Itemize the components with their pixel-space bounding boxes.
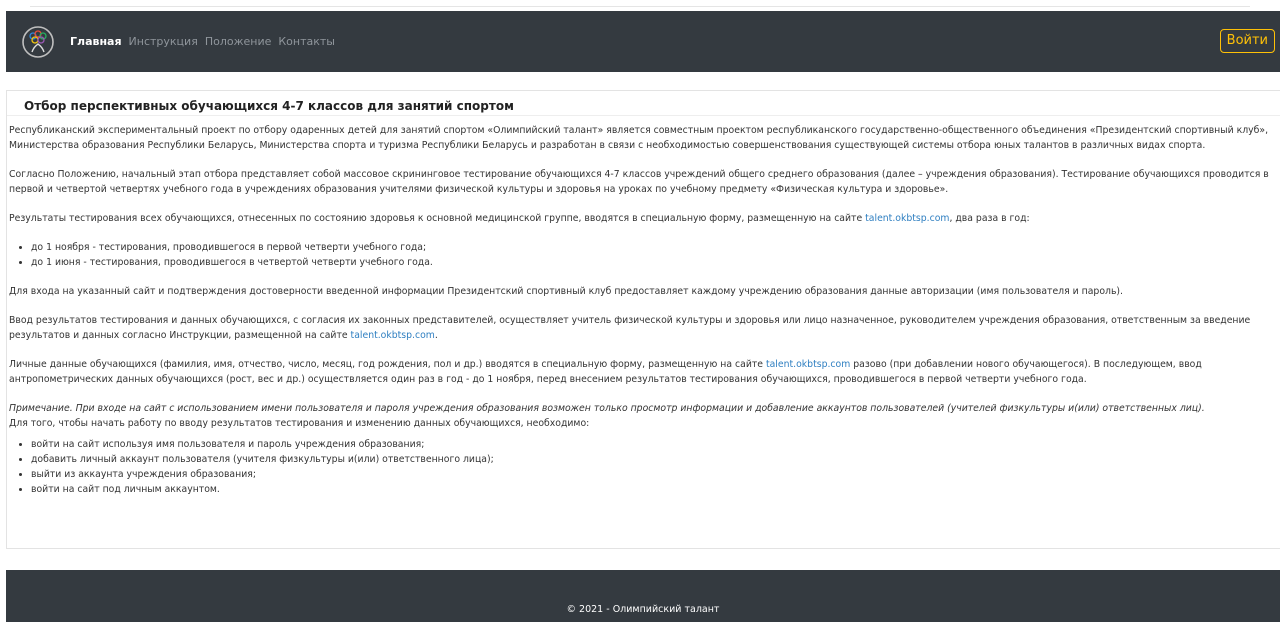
nav-item-instruction[interactable]: Инструкция (129, 35, 198, 48)
main-content: Республиканский экспериментальный проект… (9, 123, 1280, 511)
list-item: до 1 июня - тестирования, проводившегося… (31, 255, 1280, 270)
list-item: до 1 ноября - тестирования, проводившего… (31, 240, 1280, 255)
paragraph-text: . (434, 330, 438, 341)
top-navbar: Главная Инструкция Положение Контакты Во… (6, 11, 1280, 72)
page-title: Отбор перспективных обучающихся 4-7 клас… (24, 99, 514, 113)
top-divider (30, 0, 1250, 7)
paragraph-input: Ввод результатов тестирования и данных о… (9, 313, 1280, 343)
site-link[interactable]: talent.okbtsp.com (865, 213, 949, 224)
paragraph-text: Ввод результатов тестирования и данных о… (9, 315, 1251, 341)
deadlines-list: до 1 ноября - тестирования, проводившего… (9, 240, 1280, 270)
paragraph-intro: Республиканский экспериментальный проект… (9, 125, 1269, 151)
footer-copyright: © 2021 - Олимпийский талант (566, 604, 720, 615)
paragraph-personal-data: Личные данные обучающихся (фамилия, имя,… (9, 357, 1280, 387)
paragraph-regulation: Согласно Положению, начальный этап отбор… (9, 169, 1269, 195)
nav-item-contacts[interactable]: Контакты (278, 35, 335, 48)
login-button[interactable]: Войти (1219, 29, 1275, 53)
note-followup: Для того, чтобы начать работу по вводу р… (9, 418, 590, 429)
paragraph-text: Результаты тестирования всех обучающихся… (9, 213, 866, 224)
main-card: Отбор перспективных обучающихся 4-7 клас… (6, 90, 1280, 549)
nav-item-regulation[interactable]: Положение (205, 35, 272, 48)
steps-list: войти на сайт используя имя пользователя… (9, 437, 1280, 497)
list-item: добавить личный аккаунт пользователя (уч… (31, 452, 1280, 467)
olympic-talent-logo-icon[interactable] (20, 24, 56, 60)
card-header-divider (7, 115, 1280, 116)
site-link[interactable]: talent.okbtsp.com (351, 330, 435, 341)
paragraph-text: , два раза в год: (949, 213, 1030, 224)
paragraph-note: Примечание. При входе на сайт с использо… (9, 401, 1280, 431)
paragraph-results: Результаты тестирования всех обучающихся… (9, 211, 1280, 226)
list-item: войти на сайт под личным аккаунтом. (31, 482, 1280, 497)
nav-item-home[interactable]: Главная (70, 35, 122, 48)
page-footer: © 2021 - Олимпийский талант (6, 570, 1280, 622)
site-link[interactable]: talent.okbtsp.com (766, 359, 850, 370)
paragraph-text: Личные данные обучающихся (фамилия, имя,… (9, 359, 766, 370)
list-item: выйти из аккаунта учреждения образования… (31, 467, 1280, 482)
note-text: Примечание. При входе на сайт с использо… (9, 403, 1205, 414)
paragraph-authorization: Для входа на указанный сайт и подтвержде… (9, 286, 1124, 297)
list-item: войти на сайт используя имя пользователя… (31, 437, 1280, 452)
